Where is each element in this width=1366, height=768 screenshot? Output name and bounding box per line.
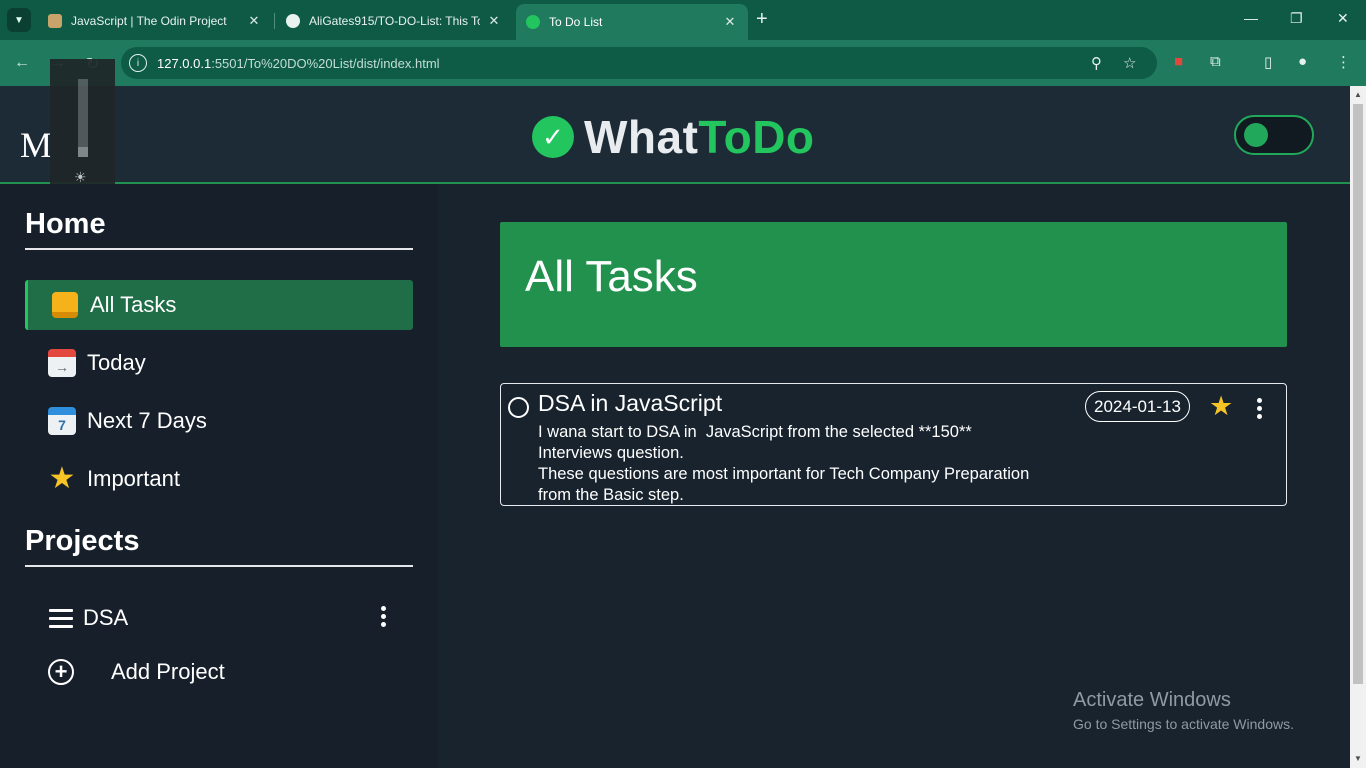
add-project-label: Add Project <box>111 659 225 684</box>
browser-menu-icon[interactable]: ⋮ <box>1336 53 1351 71</box>
theme-toggle[interactable] <box>1234 115 1314 155</box>
profile-avatar[interactable]: ● <box>1298 53 1307 70</box>
project-label: DSA <box>83 605 129 630</box>
home-heading: Home <box>25 208 106 240</box>
side-panel-icon[interactable]: ▯ <box>1264 53 1272 71</box>
odin-favicon-icon <box>48 14 62 28</box>
page-scrollbar[interactable]: ▲ ▼ <box>1350 86 1366 768</box>
extensions-puzzle-icon[interactable]: ⧉ <box>1210 53 1221 70</box>
close-tab-icon[interactable]: ✕ <box>486 13 502 29</box>
section-banner: All Tasks <box>500 222 1287 347</box>
task-description: I wana start to DSA in JavaScript from t… <box>538 423 1030 504</box>
tab-title: JavaScript | The Odin Project <box>71 14 227 28</box>
tab-search-button[interactable]: ▼ <box>7 8 31 32</box>
back-arrow-icon[interactable]: ← <box>14 54 30 72</box>
browser-toolbar: ← → ↻ i 127.0.0.1:5501/To%20DO%20List/di… <box>0 40 1366 86</box>
projects-divider <box>25 565 413 567</box>
project-item-dsa[interactable]: DSA <box>25 596 413 640</box>
site-info-icon[interactable]: i <box>129 54 147 72</box>
page-title: All Tasks <box>525 252 698 301</box>
scrollbar-thumb[interactable] <box>1353 104 1363 684</box>
browser-tabstrip: ▼ JavaScript | The Odin Project ✕ AliGat… <box>0 0 1366 40</box>
sidebar-item-label: Important <box>87 466 180 491</box>
tab-title: To Do List <box>549 15 603 29</box>
task-due-date[interactable]: 2024-01-13 <box>1085 391 1190 422</box>
scroll-up-arrow-icon[interactable]: ▲ <box>1354 90 1362 99</box>
windows-activation-watermark: Activate Windows Go to Settings to activ… <box>1073 689 1294 732</box>
sidebar-item-all-tasks[interactable]: All Tasks <box>25 280 413 330</box>
app-logo: ✓ What ToDo <box>532 110 815 164</box>
brightness-slider-overlay[interactable]: ☀ <box>50 59 115 199</box>
bookmark-star-icon[interactable]: ☆ <box>1123 54 1136 72</box>
home-divider <box>25 248 413 250</box>
menu-toggle[interactable]: M <box>20 124 52 166</box>
scroll-down-arrow-icon[interactable]: ▼ <box>1354 754 1362 763</box>
projects-heading: Projects <box>25 525 140 557</box>
main-content: All Tasks DSA in JavaScript I wana start… <box>438 184 1350 768</box>
check-favicon-icon <box>526 15 540 29</box>
address-bar[interactable]: i 127.0.0.1:5501/To%20DO%20List/dist/ind… <box>121 47 1157 79</box>
inbox-tray-icon <box>50 290 80 320</box>
tab-odin-project[interactable]: JavaScript | The Odin Project ✕ <box>38 6 272 36</box>
plus-circle-icon: + <box>48 659 74 685</box>
sidebar-item-label: All Tasks <box>90 292 177 317</box>
url-text: 127.0.0.1:5501/To%20DO%20List/dist/index… <box>157 55 440 71</box>
sidebar-item-next-7-days[interactable]: 7 Next 7 Days <box>25 396 413 446</box>
add-project-button[interactable]: + Add Project <box>25 650 413 694</box>
close-tab-icon[interactable]: ✕ <box>246 13 262 29</box>
github-favicon-icon <box>286 14 300 28</box>
check-circle-icon: ✓ <box>532 116 574 158</box>
watermark-title: Activate Windows <box>1073 689 1231 711</box>
sidebar-item-label: Next 7 Days <box>87 408 207 433</box>
close-window-icon[interactable]: ✕ <box>1337 10 1349 27</box>
tab-divider <box>274 13 275 29</box>
slider-thumb[interactable] <box>78 147 88 157</box>
tab-github-repo[interactable]: AliGates915/TO-DO-List: This To ✕ <box>276 6 512 36</box>
tab-todo-list-active[interactable]: To Do List ✕ <box>516 4 748 40</box>
slider-track[interactable] <box>78 79 88 157</box>
watermark-subtitle: Go to Settings to activate Windows. <box>1073 716 1294 732</box>
task-title: DSA in JavaScript <box>538 390 723 416</box>
minimize-icon[interactable]: — <box>1244 10 1258 26</box>
project-options-icon[interactable] <box>381 606 386 627</box>
new-tab-icon[interactable]: + <box>756 9 768 29</box>
important-star-icon[interactable]: ★ <box>1209 393 1233 420</box>
calendar-7-icon: 7 <box>47 406 77 436</box>
close-tab-icon[interactable]: ✕ <box>722 14 738 30</box>
logo-text-todo: ToDo <box>698 111 815 163</box>
star-icon: ★ <box>48 462 76 495</box>
sidebar-item-important[interactable]: ★ Important <box>25 454 413 504</box>
tab-title: AliGates915/TO-DO-List: This To <box>309 14 480 28</box>
task-options-icon[interactable] <box>1257 398 1262 419</box>
zoom-icon[interactable]: ⚲ <box>1091 54 1102 72</box>
restore-icon[interactable]: ❐ <box>1290 10 1303 27</box>
pocket-extension-icon[interactable]: ■ <box>1174 53 1183 70</box>
hamburger-icon <box>49 608 73 628</box>
task-card[interactable]: DSA in JavaScript I wana start to DSA in… <box>500 383 1287 506</box>
logo-text-what: What <box>584 111 699 163</box>
toggle-knob <box>1244 123 1268 147</box>
sidebar: Home All Tasks → Today 7 Next 7 Days ★ I… <box>0 184 438 768</box>
sidebar-item-label: Today <box>87 350 146 375</box>
app-header: M ☀ ✓ What ToDo <box>0 59 1350 199</box>
calendar-icon: → <box>47 348 77 378</box>
sidebar-item-today[interactable]: → Today <box>25 338 413 388</box>
task-complete-checkbox[interactable] <box>508 397 529 418</box>
